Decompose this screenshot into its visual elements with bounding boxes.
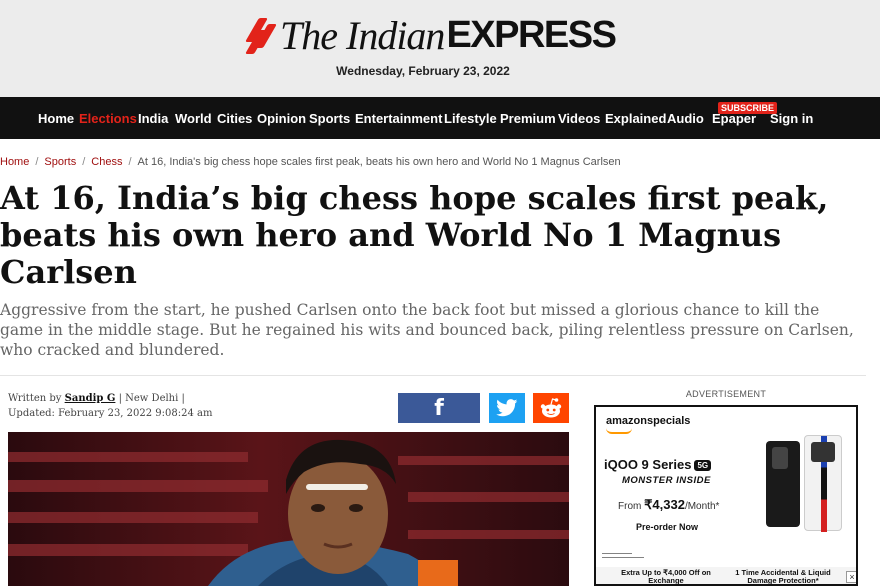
breadcrumb-separator: / [82, 156, 86, 168]
nav-lifestyle[interactable]: Lifestyle [444, 111, 497, 126]
ad-fine-print: ▬▬▬▬▬▬▬▬▬▬ ▬▬▬▬▬▬▬▬▬▬▬▬▬▬ [602, 551, 644, 559]
ad-tagline: MONSTER INSIDE [622, 475, 711, 486]
logo-text-suffix: EXPRESS [446, 14, 617, 56]
ad-product-title: iQOO 9 Series [604, 457, 692, 472]
reddit-icon [540, 398, 562, 418]
nav-videos[interactable]: Videos [558, 111, 600, 126]
ad-5g-badge: 5G [694, 460, 712, 472]
ad-offer-protection: 1 Time Accidental & Liquid Damage Protec… [735, 568, 831, 585]
breadcrumb-separator: / [128, 156, 132, 168]
nav-world[interactable]: World [175, 111, 212, 126]
logo-text-prefix: The Indian [280, 13, 445, 58]
article-subheadline: Aggressive from the start, he pushed Car… [0, 301, 854, 359]
updated-timestamp: Updated: February 23, 2022 9:08:24 am [8, 408, 213, 419]
nav-entertainment[interactable]: Entertainment [355, 111, 442, 126]
amazon-smile-icon [606, 428, 632, 434]
author-link[interactable]: Sandip G [65, 393, 116, 404]
logo-flame-icon [245, 16, 277, 56]
byline-prefix: Written by [8, 393, 62, 404]
masthead: The Indian EXPRESS Wednesday, February 2… [0, 0, 880, 97]
nav-home[interactable]: Home [38, 111, 74, 126]
nav-elections[interactable]: Elections [79, 111, 137, 126]
breadcrumb-sports[interactable]: Sports [44, 156, 76, 168]
nav-sports[interactable]: Sports [309, 111, 350, 126]
advertisement-label: ADVERTISEMENT [685, 389, 767, 399]
facebook-share-button[interactable]: f [398, 393, 480, 423]
phone-camera-icon [811, 442, 835, 462]
site-logo[interactable]: The Indian EXPRESS [245, 12, 617, 59]
nav-audio[interactable]: Audio [667, 111, 704, 126]
nav-premium[interactable]: Premium [500, 111, 556, 126]
breadcrumb-chess[interactable]: Chess [91, 156, 122, 168]
nav-opinion[interactable]: Opinion [257, 111, 306, 126]
breadcrumb-current: At 16, India's big chess hope scales fir… [137, 156, 621, 168]
facebook-icon: f [434, 395, 444, 421]
nav-india[interactable]: India [138, 111, 168, 126]
ad-brand: amazonspecials [606, 415, 691, 427]
ad-close-icon[interactable]: × [846, 571, 856, 583]
divider [0, 375, 866, 376]
chess-player-photo [8, 432, 569, 586]
ad-product-name: iQOO 9 Series 5G [604, 457, 712, 472]
breadcrumb: Home / Sports / Chess / At 16, India's big che… [0, 156, 621, 168]
phone-camera-icon [772, 447, 788, 469]
byline-location: | New Delhi | [118, 393, 185, 404]
ad-phone-image-dark [766, 441, 800, 527]
masthead-date: Wednesday, February 23, 2022 [336, 64, 510, 78]
breadcrumb-home[interactable]: Home [0, 156, 29, 168]
article-hero-image [8, 432, 569, 586]
article-headline: At 16, India’s big chess hope scales fir… [0, 179, 829, 291]
ad-preorder-cta[interactable]: Pre-order Now [636, 522, 698, 532]
ad-offers-strip: Extra Up to ₹4,000 Off on Exchange 1 Tim… [596, 567, 856, 585]
breadcrumb-separator: / [35, 156, 39, 168]
twitter-share-button[interactable] [489, 393, 525, 423]
ad-offer-exchange: Extra Up to ₹4,000 Off on Exchange [621, 568, 711, 585]
ad-phone-image-light [804, 435, 842, 532]
subscribe-badge[interactable]: SUBSCRIBE [718, 102, 778, 114]
twitter-icon [496, 399, 518, 417]
nav-cities[interactable]: Cities [217, 111, 252, 126]
article-byline: Written by Sandip G | New Delhi | Update… [8, 391, 212, 421]
ad-price-suffix: /Month* [684, 501, 720, 512]
ad-price-value: ₹4,332 [644, 497, 685, 512]
ad-price-prefix: From [618, 501, 642, 512]
reddit-share-button[interactable] [533, 393, 569, 423]
advertisement-banner[interactable]: amazonspecials iQOO 9 Series 5G MONSTER I… [594, 405, 858, 586]
ad-price: From ₹4,332/Month* [618, 497, 719, 513]
nav-explained[interactable]: Explained [605, 111, 666, 126]
